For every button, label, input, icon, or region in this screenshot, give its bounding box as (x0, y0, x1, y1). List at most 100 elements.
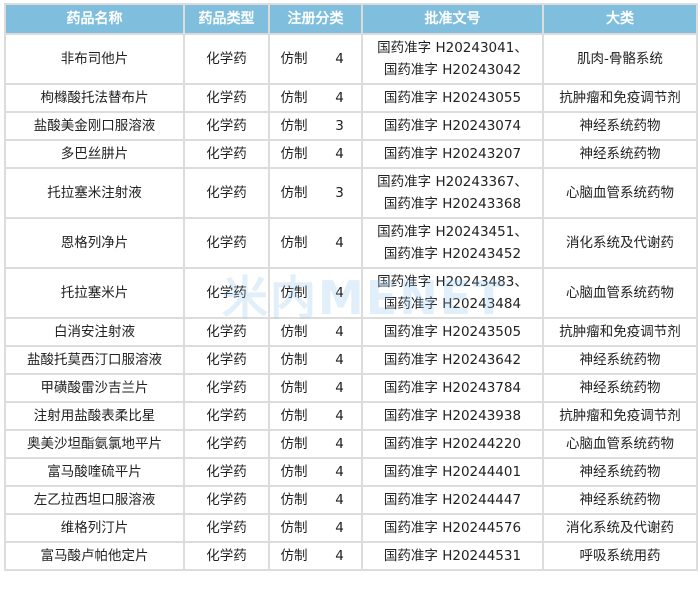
approval-number-cell: 国药准字 H20243483、 国药准字 H20243484 (361, 267, 544, 319)
header-drug-type: 药品类型 (183, 3, 270, 35)
registration-type-cell: 仿制 (268, 373, 318, 403)
drug-approval-table: 药品名称 药品类型 注册分类 批准文号 大类 非布司他片 化学药 仿制 4 国药准字 H… (4, 3, 698, 571)
category-cell: 呼吸系统用药 (542, 541, 698, 571)
approval-number: 国药准字 H20243041、 (377, 40, 528, 56)
approval-number: 国药准字 H20243207 (383, 146, 522, 162)
table-row: 白消安注射液 化学药 仿制 4 国药准字 H20243505 抗肿瘤和免疫调节剂 (4, 317, 698, 347)
drug-name-cell: 富马酸卢帕他定片 (4, 541, 185, 571)
registration-class-cell: 4 (318, 139, 363, 169)
category-cell: 神经系统药物 (542, 345, 698, 375)
category-cell: 神经系统药物 (542, 485, 698, 515)
drug-type-cell: 化学药 (183, 429, 270, 459)
drug-name-cell: 枸橼酸托法替布片 (4, 83, 185, 113)
approval-number: 国药准字 H20244447 (383, 492, 522, 508)
registration-class-cell: 4 (318, 317, 363, 347)
drug-type-cell: 化学药 (183, 513, 270, 543)
table-row: 富马酸喹硫平片 化学药 仿制 4 国药准字 H20244401 神经系统药物 (4, 457, 698, 487)
header-drug-name: 药品名称 (4, 3, 185, 35)
drug-type-cell: 化学药 (183, 373, 270, 403)
registration-class-cell: 3 (318, 111, 363, 141)
registration-type-cell: 仿制 (268, 33, 318, 85)
drug-type-cell: 化学药 (183, 167, 270, 219)
drug-type-cell: 化学药 (183, 217, 270, 269)
drug-type-cell: 化学药 (183, 83, 270, 113)
registration-class-cell: 4 (318, 217, 363, 269)
approval-number: 国药准字 H20244220 (383, 436, 522, 452)
approval-number: 国药准字 H20243483、 (377, 274, 528, 290)
table-row: 托拉塞米注射液 化学药 仿制 3 国药准字 H20243367、 国药准字 H202433… (4, 167, 698, 219)
approval-number-cell: 国药准字 H20243367、 国药准字 H20243368 (361, 167, 544, 219)
registration-type-cell: 仿制 (268, 139, 318, 169)
approval-number: 国药准字 H20243505 (383, 324, 522, 340)
registration-type-cell: 仿制 (268, 541, 318, 571)
drug-name-cell: 托拉塞米注射液 (4, 167, 185, 219)
approval-number: 国药准字 H20243452 (383, 246, 522, 262)
table-row: 多巴丝肼片 化学药 仿制 4 国药准字 H20243207 神经系统药物 (4, 139, 698, 169)
approval-number: 国药准字 H20243055 (383, 90, 522, 106)
drug-type-cell: 化学药 (183, 485, 270, 515)
table-row: 奥美沙坦酯氨氯地平片 化学药 仿制 4 国药准字 H20244220 心脑血管系统药物 (4, 429, 698, 459)
table-row: 富马酸卢帕他定片 化学药 仿制 4 国药准字 H20244531 呼吸系统用药 (4, 541, 698, 571)
registration-class-cell: 4 (318, 429, 363, 459)
registration-class-cell: 4 (318, 541, 363, 571)
approval-number: 国药准字 H20243484 (383, 296, 522, 312)
drug-name-cell: 非布司他片 (4, 33, 185, 85)
registration-class-cell: 4 (318, 485, 363, 515)
registration-type-cell: 仿制 (268, 317, 318, 347)
drug-name-cell: 富马酸喹硫平片 (4, 457, 185, 487)
registration-type-cell: 仿制 (268, 267, 318, 319)
header-registration-class: 注册分类 (268, 3, 363, 35)
approval-number-cell: 国药准字 H20243784 (361, 373, 544, 403)
table-row: 维格列汀片 化学药 仿制 4 国药准字 H20244576 消化系统及代谢药 (4, 513, 698, 543)
drug-name-cell: 左乙拉西坦口服溶液 (4, 485, 185, 515)
drug-name-cell: 奥美沙坦酯氨氯地平片 (4, 429, 185, 459)
registration-class-cell: 4 (318, 373, 363, 403)
approval-number: 国药准字 H20243074 (383, 118, 522, 134)
approval-number-cell: 国药准字 H20243041、 国药准字 H20243042 (361, 33, 544, 85)
category-cell: 肌肉-骨骼系统 (542, 33, 698, 85)
registration-type-cell: 仿制 (268, 429, 318, 459)
header-row: 药品名称 药品类型 注册分类 批准文号 大类 (4, 3, 698, 35)
registration-type-cell: 仿制 (268, 345, 318, 375)
registration-class-cell: 3 (318, 167, 363, 219)
drug-name-cell: 盐酸托莫西汀口服溶液 (4, 345, 185, 375)
approval-number-cell: 国药准字 H20243505 (361, 317, 544, 347)
approval-number: 国药准字 H20243367、 (377, 174, 528, 190)
registration-type-cell: 仿制 (268, 485, 318, 515)
category-cell: 消化系统及代谢药 (542, 217, 698, 269)
registration-type-cell: 仿制 (268, 217, 318, 269)
table-row: 恩格列净片 化学药 仿制 4 国药准字 H20243451、 国药准字 H20243452… (4, 217, 698, 269)
category-cell: 神经系统药物 (542, 139, 698, 169)
drug-type-cell: 化学药 (183, 139, 270, 169)
drug-name-cell: 盐酸美金刚口服溶液 (4, 111, 185, 141)
drug-type-cell: 化学药 (183, 401, 270, 431)
table-row: 甲磺酸雷沙吉兰片 化学药 仿制 4 国药准字 H20243784 神经系统药物 (4, 373, 698, 403)
registration-class-cell: 4 (318, 457, 363, 487)
table-row: 盐酸美金刚口服溶液 化学药 仿制 3 国药准字 H20243074 神经系统药物 (4, 111, 698, 141)
approval-number: 国药准字 H20244576 (383, 520, 522, 536)
table-row: 非布司他片 化学药 仿制 4 国药准字 H20243041、 国药准字 H20243042… (4, 33, 698, 85)
category-cell: 抗肿瘤和免疫调节剂 (542, 401, 698, 431)
category-cell: 抗肿瘤和免疫调节剂 (542, 83, 698, 113)
drug-type-cell: 化学药 (183, 457, 270, 487)
approval-number-cell: 国药准字 H20244220 (361, 429, 544, 459)
registration-class-cell: 4 (318, 83, 363, 113)
category-cell: 神经系统药物 (542, 111, 698, 141)
approval-number: 国药准字 H20243784 (383, 380, 522, 396)
approval-number-cell: 国药准字 H20244447 (361, 485, 544, 515)
drug-type-cell: 化学药 (183, 345, 270, 375)
drug-name-cell: 注射用盐酸表柔比星 (4, 401, 185, 431)
approval-number-cell: 国药准字 H20243074 (361, 111, 544, 141)
drug-name-cell: 恩格列净片 (4, 217, 185, 269)
header-category: 大类 (542, 3, 698, 35)
approval-number: 国药准字 H20243368 (383, 196, 522, 212)
approval-number: 国药准字 H20244531 (383, 548, 522, 564)
approval-number-cell: 国药准字 H20243207 (361, 139, 544, 169)
table-row: 注射用盐酸表柔比星 化学药 仿制 4 国药准字 H20243938 抗肿瘤和免疫调节剂 (4, 401, 698, 431)
approval-number-cell: 国药准字 H20244576 (361, 513, 544, 543)
category-cell: 心脑血管系统药物 (542, 267, 698, 319)
registration-type-cell: 仿制 (268, 83, 318, 113)
registration-type-cell: 仿制 (268, 167, 318, 219)
category-cell: 心脑血管系统药物 (542, 167, 698, 219)
drug-name-cell: 托拉塞米片 (4, 267, 185, 319)
